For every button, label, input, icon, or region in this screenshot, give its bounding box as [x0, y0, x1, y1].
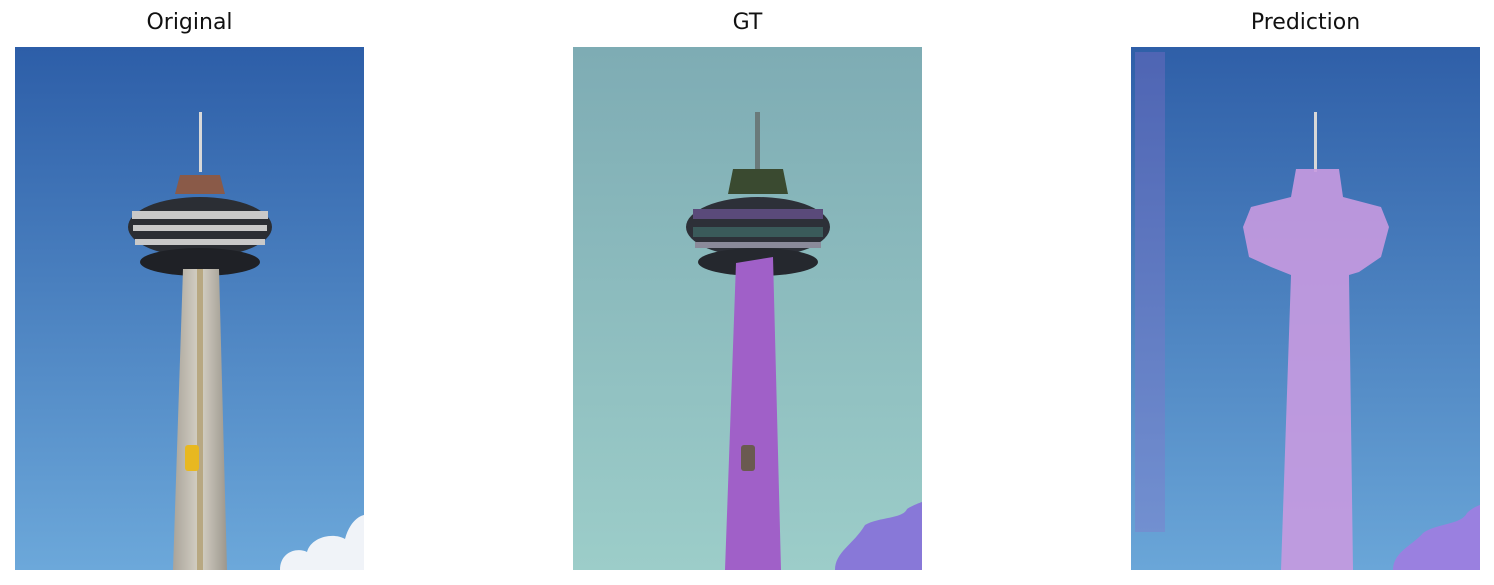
- original-image: [15, 47, 364, 570]
- noise-strip: [1135, 52, 1165, 532]
- antenna: [755, 112, 760, 172]
- antenna: [1314, 112, 1317, 172]
- elevator: [185, 445, 199, 471]
- gt-image: [573, 47, 922, 570]
- title-prediction: Prediction: [1250, 10, 1361, 35]
- antenna: [199, 112, 202, 172]
- title-original: Original: [146, 10, 233, 35]
- prediction-image: [1131, 47, 1480, 570]
- tower-cap: [728, 169, 788, 194]
- elevator: [741, 445, 755, 471]
- title-gt: GT: [732, 10, 763, 35]
- tower-cap: [175, 175, 225, 194]
